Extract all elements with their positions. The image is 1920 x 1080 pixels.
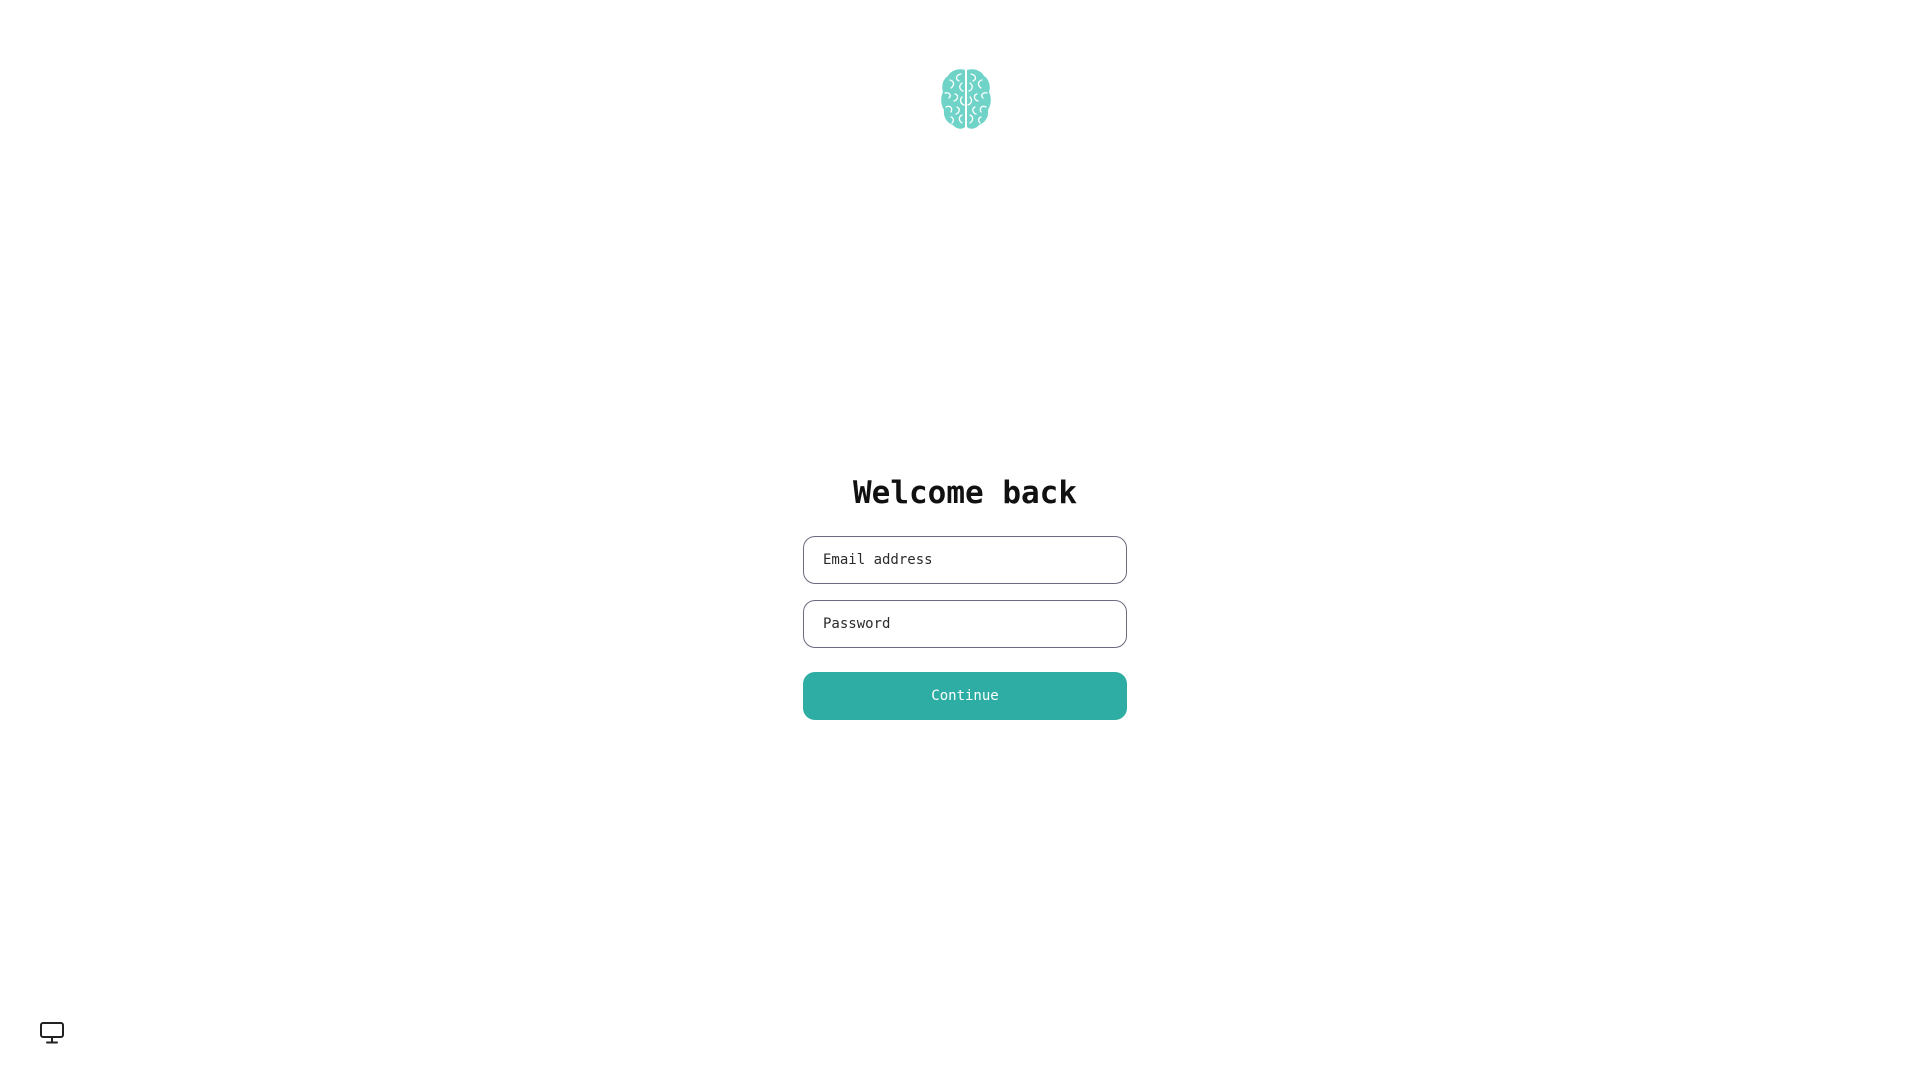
brand-logo [940,67,992,131]
display-mode-button[interactable] [39,1021,65,1045]
email-field[interactable] [803,536,1127,584]
login-page: Welcome back Continue [0,0,1920,1080]
monitor-icon [40,1022,64,1044]
password-field[interactable] [803,600,1127,648]
continue-button[interactable]: Continue [803,672,1127,720]
page-title: Welcome back [853,475,1077,511]
brain-icon [941,69,991,129]
login-form: Welcome back Continue [803,468,1127,720]
